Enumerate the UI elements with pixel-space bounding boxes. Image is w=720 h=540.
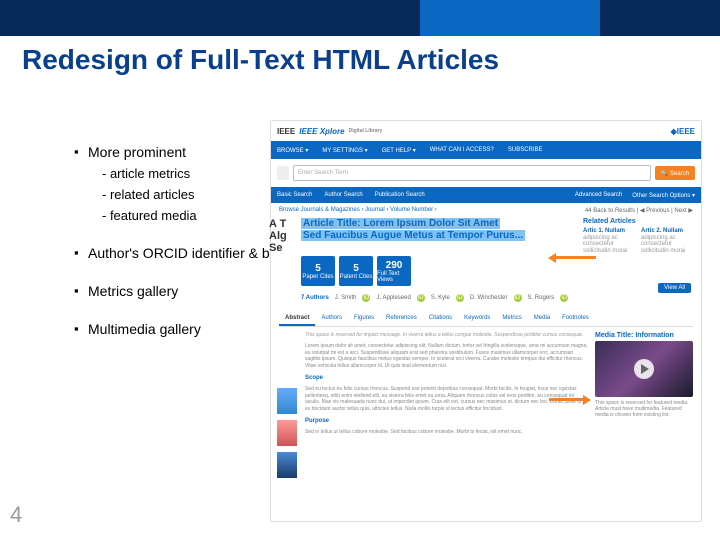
ss-main-nav: BROWSE ▾ MY SETTINGS ▾ GET HELP ▾ WHAT C… <box>271 141 701 159</box>
slide: Redesign of Full-Text HTML Articles More… <box>0 0 720 540</box>
bullet-related-articles: - related articles <box>88 187 294 202</box>
tab-keywords[interactable]: Keywords <box>458 312 496 326</box>
orcid-icon[interactable]: iD <box>456 294 464 302</box>
body-para: Sed eu lectus eu felis cursus rhoncus. S… <box>305 386 589 413</box>
bullet-more-prominent: More prominent <box>74 144 294 160</box>
media-thumbnail[interactable] <box>595 341 693 397</box>
subnav-advanced[interactable]: Advanced Search <box>575 192 622 199</box>
nav-gethelp[interactable]: GET HELP ▾ <box>382 147 416 154</box>
callout-arrow-title <box>556 256 596 259</box>
orcid-icon[interactable]: iD <box>560 294 568 302</box>
orcid-icon[interactable]: iD <box>417 294 425 302</box>
figure-thumbnail-strip <box>277 388 297 478</box>
ss-header: IEEE IEEE Xplore Digital Library ◆IEEE <box>271 121 701 141</box>
play-icon <box>634 359 654 379</box>
bullet-metrics-gallery: Metrics gallery <box>74 283 294 299</box>
metric-fulltext-views[interactable]: 290Full Text Views <box>377 256 411 286</box>
metric-paper-cites[interactable]: 5Paper Cites <box>301 256 335 286</box>
view-all-button[interactable]: View All <box>658 283 691 293</box>
orcid-icon[interactable]: iD <box>362 294 370 302</box>
related-item[interactable]: Artic 2. Nullamadipiscing ac consectetur… <box>641 228 693 254</box>
embedded-screenshot: IEEE IEEE Xplore Digital Library ◆IEEE B… <box>270 120 702 522</box>
metric-patent-cites[interactable]: 5Patent Cites <box>339 256 373 286</box>
tab-media[interactable]: Media <box>528 312 556 326</box>
nav-subscribe[interactable]: SUBSCRIBE <box>508 147 543 153</box>
tab-authors[interactable]: Authors <box>315 312 348 326</box>
tab-metrics[interactable]: Metrics <box>496 312 527 326</box>
ieee-brand: ◆IEEE <box>671 127 695 136</box>
subnav-publication[interactable]: Publication Search <box>375 192 425 198</box>
callout-arrow-media <box>549 398 583 401</box>
bullet-featured-media: - featured media <box>88 208 294 223</box>
search-scope-dropdown[interactable] <box>277 166 289 180</box>
bullet-multimedia-gallery: Multimedia gallery <box>74 321 294 337</box>
subnav-other[interactable]: Other Search Options ▾ <box>632 192 695 199</box>
tab-abstract[interactable]: Abstract <box>279 312 315 326</box>
tab-footnotes[interactable]: Footnotes <box>556 312 595 326</box>
article-tabs: Abstract Authors Figures References Cita… <box>279 312 693 327</box>
result-nav[interactable]: 44 Back to Results | ◀ Previous | Next ▶ <box>585 207 693 214</box>
bullet-article-metrics: - article metrics <box>88 166 294 181</box>
bullet-list: More prominent - article metrics - relat… <box>34 144 294 343</box>
impact-notice: This space is reserved for impact messag… <box>305 332 583 338</box>
body-para: Sed in tellus ut tellus cobore molesbe. … <box>305 429 589 436</box>
slide-title: Redesign of Full-Text HTML Articles <box>22 44 698 76</box>
nav-mysettings[interactable]: MY SETTINGS ▾ <box>322 147 367 154</box>
section-scope: Scope <box>305 375 323 381</box>
featured-media: Media Title: Information This space is r… <box>595 332 693 440</box>
breadcrumb: Browse Journals & Magazines › Journal › … <box>271 203 701 218</box>
search-button[interactable]: 🔍 Search <box>655 166 695 180</box>
article-body: This space is reserved for impact messag… <box>279 332 693 440</box>
media-caption: This space is reserved for featured medi… <box>595 400 693 418</box>
figure-thumb[interactable] <box>277 452 297 478</box>
header-accent <box>420 0 600 36</box>
body-para: Lorem ipsum dolor sit amet, consectetur … <box>305 343 589 370</box>
orcid-icon[interactable]: iD <box>514 294 522 302</box>
section-purpose: Purpose <box>305 418 329 424</box>
xplore-logo: IEEE Xplore <box>299 127 344 136</box>
tab-references[interactable]: References <box>380 312 423 326</box>
search-input[interactable]: Enter Search Term <box>293 165 651 181</box>
tab-citations[interactable]: Citations <box>423 312 458 326</box>
figure-thumb[interactable] <box>277 420 297 446</box>
subnav-basic[interactable]: Basic Search <box>277 192 312 198</box>
ss-search-row: Enter Search Term 🔍 Search <box>271 159 701 187</box>
nav-browse[interactable]: BROWSE ▾ <box>277 147 308 154</box>
truncated-title: A T Alg Se <box>269 218 287 254</box>
subnav-author[interactable]: Author Search <box>324 192 362 198</box>
bullet-orcid: Author's ORCID identifier & bio <box>74 245 294 261</box>
page-number: 4 <box>10 502 22 528</box>
metrics-row: 5Paper Cites 5Patent Cites 290Full Text … <box>301 256 693 286</box>
figure-thumb[interactable] <box>277 388 297 414</box>
ss-sub-nav: Basic Search Author Search Publication S… <box>271 187 701 203</box>
header-band <box>0 0 720 36</box>
related-item[interactable]: Artic 1. Nullamadipiscing ac consectetur… <box>583 228 635 254</box>
article-title: Article Title: Lorem Ipsum Dolor Sit Ame… <box>301 218 581 242</box>
ss-body: A T Alg Se Article Title: Lorem Ipsum Do… <box>271 218 701 440</box>
nav-access[interactable]: WHAT CAN I ACCESS? <box>430 147 494 153</box>
related-articles: Related Articles Artic 1. Nullamadipisci… <box>583 218 693 254</box>
authors-row: 7 Authors J. SmithiD J. AppleseediD S. K… <box>301 294 693 302</box>
tab-figures[interactable]: Figures <box>348 312 380 326</box>
